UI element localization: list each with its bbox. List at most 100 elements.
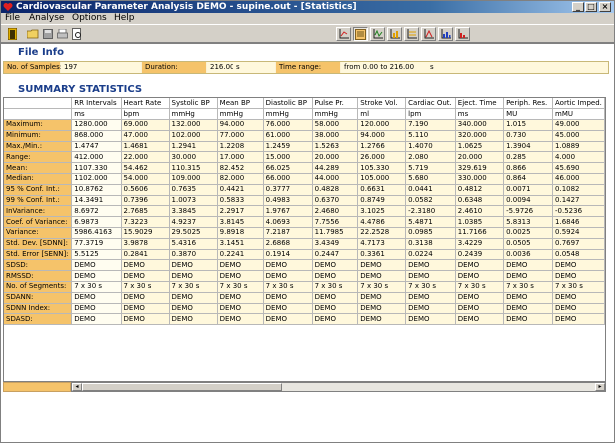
table-cell[interactable]: 11.7985	[312, 227, 359, 239]
column-header[interactable]: Cardiac Out.	[405, 98, 456, 110]
column-header[interactable]: Diastolic BP	[263, 98, 313, 110]
table-cell[interactable]: 22.2528	[357, 227, 407, 239]
table-cell[interactable]: 2.4610	[455, 205, 505, 218]
table-cell[interactable]: DEMO	[263, 292, 313, 304]
column-header[interactable]: Pulse Pr.	[312, 98, 359, 110]
statistics-grid[interactable]: RR Intervals Heart Rate Systolic BP Mean BP…	[3, 97, 606, 382]
unit-cell[interactable]: mmHg	[169, 108, 218, 121]
table-cell[interactable]: 7 x 30 s	[169, 281, 218, 293]
table-cell[interactable]: 82.000	[217, 173, 264, 185]
unit-cell[interactable]: mmHg	[312, 108, 359, 121]
table-cell[interactable]: DEMO	[312, 303, 359, 315]
column-header[interactable]: Stroke Vol.	[357, 98, 407, 110]
column-header[interactable]: Mean BP	[217, 98, 264, 110]
table-cell[interactable]: DEMO	[405, 259, 456, 272]
table-cell[interactable]: 3.8145	[217, 216, 264, 229]
table-cell[interactable]: 5.110	[405, 130, 456, 142]
table-cell[interactable]: DEMO	[552, 292, 605, 304]
table-cell[interactable]: DEMO	[71, 259, 122, 272]
table-cell[interactable]: 3.1451	[217, 238, 264, 250]
scroll-thumb[interactable]	[82, 383, 282, 391]
table-cell[interactable]: DEMO	[263, 313, 313, 326]
unit-cell[interactable]: ml	[357, 108, 407, 121]
table-cell[interactable]: DEMO	[263, 259, 313, 272]
table-cell[interactable]: 105.330	[357, 162, 407, 175]
table-cell[interactable]: 1.6846	[552, 216, 605, 229]
table-cell[interactable]: 109.000	[169, 173, 218, 185]
table-cell[interactable]: 47.000	[121, 130, 170, 142]
table-cell[interactable]: 0.3361	[357, 249, 407, 261]
table-cell[interactable]: 0.0224	[405, 249, 456, 261]
table-cell[interactable]: 7 x 30 s	[121, 281, 170, 293]
unit-cell[interactable]: lpm	[405, 108, 456, 121]
table-cell[interactable]: 2.080	[405, 151, 456, 164]
table-cell[interactable]: 0.7697	[552, 238, 605, 250]
table-cell[interactable]: DEMO	[169, 292, 218, 304]
table-cell[interactable]: 7.3223	[121, 216, 170, 229]
table-cell[interactable]: 4.9237	[169, 216, 218, 229]
table-cell[interactable]: 1.9767	[263, 205, 313, 218]
table-cell[interactable]: 7 x 30 s	[552, 281, 605, 293]
table-cell[interactable]: DEMO	[455, 270, 505, 283]
table-cell[interactable]: DEMO	[71, 303, 122, 315]
table-cell[interactable]: 0.6348	[455, 195, 505, 207]
table-cell[interactable]: 0.0582	[405, 195, 456, 207]
table-cell[interactable]: 17.000	[217, 151, 264, 164]
table-cell[interactable]: DEMO	[217, 270, 264, 283]
scroll-left-arrow-icon[interactable]: ◂	[72, 383, 82, 391]
table-cell[interactable]: 132.000	[169, 119, 218, 131]
table-cell[interactable]: 1102.000	[71, 173, 122, 185]
table-cell[interactable]: 330.000	[455, 173, 505, 185]
table-cell[interactable]: DEMO	[169, 270, 218, 283]
table-cell[interactable]: 30.000	[169, 151, 218, 164]
table-cell[interactable]: 49.000	[552, 119, 605, 131]
table-cell[interactable]: 7 x 30 s	[312, 281, 359, 293]
table-cell[interactable]: 0.0071	[503, 184, 554, 196]
table-cell[interactable]: 1.4681	[121, 141, 170, 153]
table-cell[interactable]: 0.7635	[169, 184, 218, 196]
table-cell[interactable]: 3.1025	[357, 205, 407, 218]
table-cell[interactable]: 0.0025	[503, 227, 554, 239]
table-cell[interactable]: 0.4828	[312, 184, 359, 196]
table-cell[interactable]: 340.000	[455, 119, 505, 131]
table-cell[interactable]: 1.4747	[71, 141, 122, 153]
table-cell[interactable]: 15.9029	[121, 227, 170, 239]
table-cell[interactable]: DEMO	[121, 259, 170, 272]
table-cell[interactable]: 0.4983	[263, 195, 313, 207]
table-cell[interactable]: 5.680	[405, 173, 456, 185]
table-cell[interactable]: 7 x 30 s	[217, 281, 264, 293]
table-cell[interactable]: DEMO	[71, 313, 122, 326]
table-cell[interactable]: DEMO	[71, 270, 122, 283]
table-cell[interactable]: 7 x 30 s	[405, 281, 456, 293]
table-cell[interactable]: 0.6631	[357, 184, 407, 196]
table-cell[interactable]: 15.000	[263, 151, 313, 164]
table-cell[interactable]: 7 x 30 s	[71, 281, 122, 293]
column-header[interactable]: Heart Rate	[121, 98, 170, 110]
table-cell[interactable]: 11.7166	[455, 227, 505, 239]
column-header[interactable]: Eject. Time	[455, 98, 505, 110]
table-cell[interactable]: 0.3138	[405, 238, 456, 250]
table-cell[interactable]: DEMO	[552, 259, 605, 272]
table-cell[interactable]: 7 x 30 s	[263, 281, 313, 293]
table-cell[interactable]: DEMO	[169, 259, 218, 272]
table-cell[interactable]: DEMO	[552, 270, 605, 283]
table-cell[interactable]: 7 x 30 s	[455, 281, 505, 293]
chart-view-6-icon[interactable]	[421, 27, 436, 41]
menu-help[interactable]: Help	[114, 13, 135, 24]
table-cell[interactable]: -5.9726	[503, 205, 554, 218]
table-cell[interactable]: 0.2439	[455, 249, 505, 261]
column-header[interactable]: Systolic BP	[169, 98, 218, 110]
table-cell[interactable]: 0.0036	[503, 249, 554, 261]
table-cell[interactable]: 66.025	[263, 162, 313, 175]
table-cell[interactable]: 54.462	[121, 162, 170, 175]
table-cell[interactable]: 5986.4163	[71, 227, 122, 239]
table-cell[interactable]: 1.2459	[263, 141, 313, 153]
table-cell[interactable]: DEMO	[121, 292, 170, 304]
table-cell[interactable]: DEMO	[503, 270, 554, 283]
table-cell[interactable]: 0.285	[503, 151, 554, 164]
unit-cell[interactable]: ms	[71, 108, 122, 121]
table-cell[interactable]: 0.4812	[455, 184, 505, 196]
table-cell[interactable]: 77.3719	[71, 238, 122, 250]
table-cell[interactable]: 29.5025	[169, 227, 218, 239]
menu-options[interactable]: Options	[72, 13, 107, 24]
